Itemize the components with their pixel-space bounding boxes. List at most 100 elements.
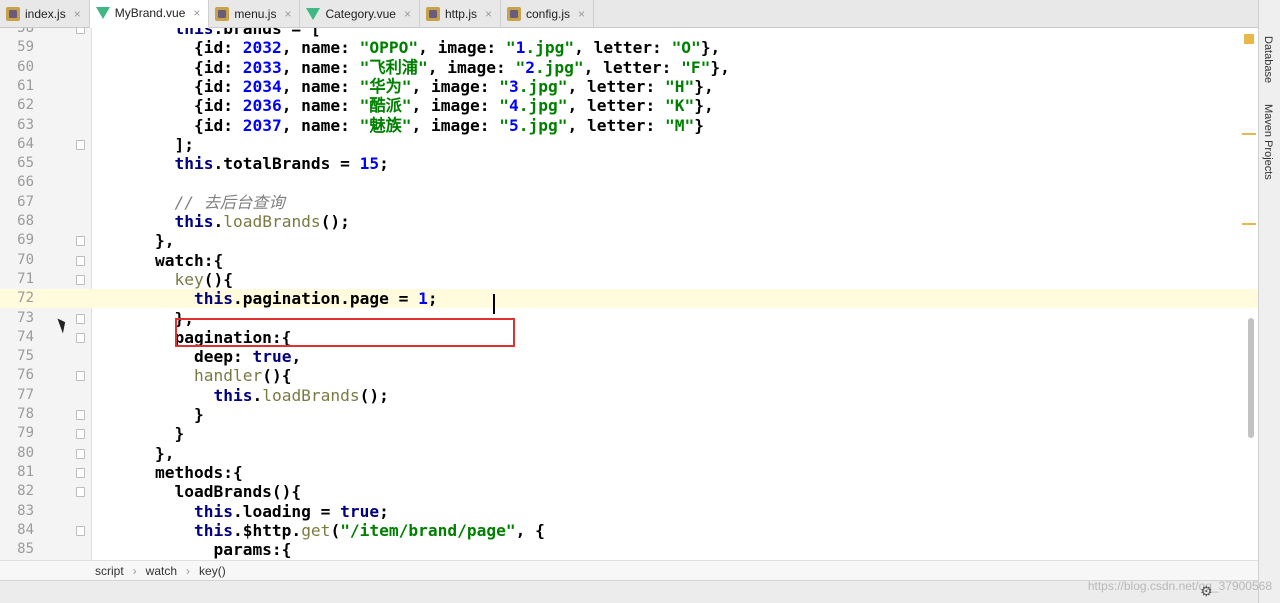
line-number: 70 [17, 251, 34, 268]
breadcrumb-item-script[interactable]: script [95, 564, 124, 578]
maven-projects-panel-tab[interactable]: Maven Projects [1262, 104, 1274, 180]
code-line[interactable]: 70 watch:{ [0, 251, 1258, 270]
line-number: 74 [17, 328, 34, 345]
code-line[interactable]: 84 this.$http.get("/item/brand/page", { [0, 521, 1258, 540]
fold-marker-icon[interactable] [76, 467, 85, 478]
code-line[interactable]: 68 this.loadBrands(); [0, 212, 1258, 231]
code-text: this.loadBrands(); [174, 212, 350, 231]
fold-marker-icon[interactable] [76, 448, 85, 459]
line-number: 65 [17, 155, 34, 172]
code-line[interactable]: 67 // 去后台查询 [0, 193, 1258, 212]
fold-marker-icon[interactable] [76, 410, 85, 420]
code-line[interactable]: 63 {id: 2037, name: "魅族", image: "5.jpg"… [0, 116, 1258, 135]
close-icon[interactable]: × [578, 7, 585, 21]
line-number: 72 [17, 290, 34, 307]
fold-marker-icon[interactable] [76, 274, 85, 285]
breadcrumb-separator: › [132, 563, 137, 578]
tab-label: index.js [25, 7, 66, 21]
code-line[interactable]: 77 this.loadBrands(); [0, 386, 1258, 405]
code-line[interactable]: 85 params:{ [0, 540, 1258, 559]
fold-marker-icon[interactable] [76, 332, 85, 343]
fold-marker-icon[interactable] [76, 236, 85, 247]
line-number: 58 [17, 28, 34, 36]
js-file-icon [425, 7, 440, 21]
tab-label: http.js [444, 7, 477, 21]
code-line[interactable]: 79 } [0, 424, 1258, 443]
close-icon[interactable]: × [284, 7, 291, 21]
breadcrumb-item-watch[interactable]: watch [146, 564, 177, 578]
code-line[interactable]: 72 this.pagination.page = 1; [0, 289, 1258, 309]
code-line[interactable]: 59 {id: 2032, name: "OPPO", image: "1.jp… [0, 38, 1258, 57]
database-panel-tab[interactable]: Database [1262, 36, 1274, 83]
code-line[interactable]: 69 }, [0, 231, 1258, 250]
code-text: this.brands = [ [174, 28, 321, 38]
tab-menu-js[interactable]: menu.js × [209, 0, 301, 28]
code-line[interactable]: 76 handler(){ [0, 366, 1258, 385]
code-line[interactable]: 66 [0, 173, 1258, 192]
line-number: 78 [17, 406, 34, 422]
vue-file-icon [306, 8, 321, 20]
code-line[interactable]: 71 key(){ [0, 270, 1258, 289]
code-line[interactable]: 65 this.totalBrands = 15; [0, 154, 1258, 173]
close-icon[interactable]: × [485, 7, 492, 21]
code-line[interactable]: 78 } [0, 405, 1258, 424]
js-file-icon [215, 7, 230, 21]
right-tool-panel: Database Maven Projects [1258, 0, 1280, 603]
line-number: 59 [17, 39, 34, 56]
close-icon[interactable]: × [193, 6, 200, 20]
line-number: 61 [17, 77, 34, 94]
fold-marker-icon[interactable] [76, 487, 85, 498]
line-number: 81 [17, 463, 34, 480]
code-text: key(){ [174, 269, 233, 289]
code-text: this.totalBrands = 15; [174, 154, 389, 174]
fold-marker-icon[interactable] [76, 429, 85, 440]
fold-marker-icon[interactable] [76, 139, 85, 150]
tab-label: MyBrand.vue [114, 6, 186, 20]
code-line[interactable]: 64 ]; [0, 135, 1258, 154]
fold-marker-icon[interactable] [76, 313, 85, 324]
code-line[interactable]: 60 {id: 2033, name: "飞利浦", image: "2.jpg… [0, 58, 1258, 77]
breadcrumb: script › watch › key() [0, 560, 1258, 580]
code-line[interactable]: 81 methods:{ [0, 463, 1258, 482]
close-icon[interactable]: × [404, 7, 411, 21]
line-number: 80 [17, 444, 34, 461]
code-text: this.$http.get("/item/brand/page", { [193, 520, 545, 540]
tab-category-vue[interactable]: Category.vue × [300, 0, 420, 28]
line-number: 67 [17, 193, 34, 210]
line-number: 69 [17, 232, 34, 249]
close-icon[interactable]: × [74, 7, 81, 21]
tab-mybrand-vue[interactable]: MyBrand.vue × [89, 0, 210, 28]
code-text: deep: true, [116, 347, 302, 367]
editor-tab-bar: index.js × MyBrand.vue × menu.js × Category.vu… [0, 0, 1258, 28]
code-line[interactable]: 80 }, [0, 444, 1258, 463]
fold-marker-icon[interactable] [76, 525, 85, 536]
code-text: methods:{ [116, 462, 243, 482]
fold-marker-icon[interactable] [76, 255, 85, 266]
tab-label: config.js [526, 7, 571, 21]
code-line[interactable]: 83 this.loading = true; [0, 502, 1258, 521]
fold-marker-icon[interactable] [76, 371, 85, 382]
line-number: 76 [17, 367, 34, 384]
text-caret [493, 294, 495, 314]
breadcrumb-item-key[interactable]: key() [199, 564, 226, 578]
code-line[interactable]: 75 deep: true, [0, 347, 1258, 366]
tab-http-js[interactable]: http.js × [420, 0, 501, 28]
code-text: handler(){ [193, 366, 292, 386]
fold-marker-icon[interactable] [76, 28, 85, 34]
tab-config-js[interactable]: config.js × [501, 0, 595, 28]
line-number: 79 [17, 425, 34, 442]
code-line[interactable]: 58 this.brands = [ [0, 28, 1258, 38]
gear-icon[interactable]: ⚙ [1200, 584, 1213, 600]
code-editor[interactable]: 58 this.brands = [59 {id: 2032, name: "O… [0, 28, 1258, 560]
code-line[interactable]: 61 {id: 2034, name: "华为", image: "3.jpg"… [0, 77, 1258, 96]
code-text: {id: 2033, name: "飞利浦", image: "2.jpg", … [116, 57, 730, 77]
line-number: 60 [17, 58, 34, 75]
code-text: }, [116, 231, 175, 251]
code-text: this.loading = true; [193, 501, 389, 521]
code-text: }, [116, 443, 175, 463]
vertical-scrollbar[interactable] [1248, 318, 1254, 438]
status-bar [0, 580, 1258, 603]
code-line[interactable]: 82 loadBrands(){ [0, 482, 1258, 501]
tab-index-js[interactable]: index.js × [0, 0, 90, 28]
code-line[interactable]: 62 {id: 2036, name: "酷派", image: "4.jpg"… [0, 96, 1258, 115]
